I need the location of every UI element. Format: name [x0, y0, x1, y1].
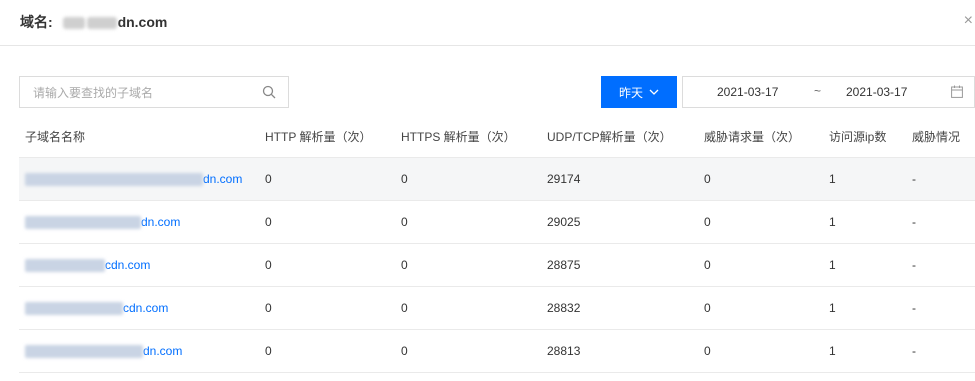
source-ip-count: 1 [829, 172, 836, 186]
column-header: UDP/TCP解析量（次） [547, 130, 672, 144]
https-count: 0 [401, 258, 408, 272]
title-label: 域名: [20, 14, 53, 30]
http-count: 0 [265, 215, 272, 229]
subdomain-suffix: dn.com [141, 215, 181, 229]
title-domain-suffix: dn.com [117, 14, 168, 30]
threat-status: - [912, 344, 916, 358]
subdomain-suffix: cdn.com [105, 258, 151, 272]
column-header: 子域名名称 [25, 130, 86, 144]
source-ip-count: 1 [829, 215, 836, 229]
threat-status: - [912, 215, 916, 229]
search-icon[interactable] [262, 85, 276, 99]
table-row: dn.com 0 0 28813 0 1 - [19, 330, 975, 373]
time-range-label: 昨天 [618, 85, 643, 100]
date-range-picker[interactable]: 2021-03-17 ~ 2021-03-17 [682, 76, 975, 108]
table-header: 子域名名称 HTTP 解析量（次） HTTPS 解析量（次） UDP/TCP解析… [19, 116, 975, 158]
threat-request-count: 0 [704, 301, 711, 315]
column-header: HTTPS 解析量（次） [401, 130, 516, 144]
redacted-text [25, 173, 203, 187]
udp-tcp-count: 29174 [547, 172, 581, 186]
subdomain-link[interactable]: dn.com [25, 158, 242, 200]
table-row: cdn.com 0 0 28832 0 1 - [19, 287, 975, 330]
subdomain-suffix: cdn.com [123, 301, 169, 315]
subdomain-link[interactable]: dn.com [25, 201, 180, 243]
http-count: 0 [265, 344, 272, 358]
udp-tcp-count: 28813 [547, 344, 581, 358]
subdomain-suffix: dn.com [203, 172, 243, 186]
subdomain-link[interactable]: cdn.com [25, 244, 150, 286]
udp-tcp-count: 28875 [547, 258, 581, 272]
threat-request-count: 0 [704, 344, 711, 358]
subdomain-table: 子域名名称 HTTP 解析量（次） HTTPS 解析量（次） UDP/TCP解析… [19, 116, 975, 373]
http-count: 0 [265, 301, 272, 315]
redacted-text [25, 216, 141, 230]
threat-status: - [912, 258, 916, 272]
https-count: 0 [401, 172, 408, 186]
udp-tcp-count: 29025 [547, 215, 581, 229]
dialog-title: 域名: dn.com [20, 12, 167, 32]
redacted-text [62, 17, 85, 30]
redacted-text [25, 302, 123, 316]
udp-tcp-count: 28832 [547, 301, 581, 315]
source-ip-count: 1 [829, 258, 836, 272]
redacted-text [25, 345, 143, 359]
column-header: 访问源ip数 [829, 130, 887, 144]
http-count: 0 [265, 172, 272, 186]
column-header: HTTP 解析量（次） [265, 130, 372, 144]
table-row: dn.com 0 0 29025 0 1 - [19, 201, 975, 244]
end-date[interactable]: 2021-03-17 [846, 85, 907, 99]
http-count: 0 [265, 258, 272, 272]
threat-status: - [912, 301, 916, 315]
subdomain-search [19, 76, 289, 109]
source-ip-count: 1 [829, 344, 836, 358]
threat-status: - [912, 172, 916, 186]
threat-request-count: 0 [704, 258, 711, 272]
start-date[interactable]: 2021-03-17 [717, 85, 778, 99]
chevron-down-icon [649, 89, 659, 95]
dialog-header: 域名: dn.com × [0, 0, 975, 46]
search-input[interactable] [31, 77, 265, 109]
table-row: cdn.com 0 0 28875 0 1 - [19, 244, 975, 287]
time-range-dropdown[interactable]: 昨天 [601, 76, 677, 108]
column-header: 威胁请求量（次） [704, 130, 801, 144]
calendar-icon[interactable] [951, 85, 963, 98]
redacted-text [25, 259, 105, 273]
close-icon[interactable]: × [964, 12, 973, 30]
subdomain-link[interactable]: cdn.com [25, 287, 168, 329]
date-separator: ~ [814, 84, 822, 98]
https-count: 0 [401, 344, 408, 358]
source-ip-count: 1 [829, 301, 836, 315]
table-row: dn.com 0 0 29174 0 1 - [19, 158, 975, 201]
subdomain-suffix: dn.com [143, 344, 183, 358]
https-count: 0 [401, 215, 408, 229]
threat-request-count: 0 [704, 172, 711, 186]
subdomain-link[interactable]: dn.com [25, 330, 182, 372]
redacted-text [86, 17, 117, 30]
column-header: 威胁情况 [912, 130, 961, 144]
https-count: 0 [401, 301, 408, 315]
threat-request-count: 0 [704, 215, 711, 229]
